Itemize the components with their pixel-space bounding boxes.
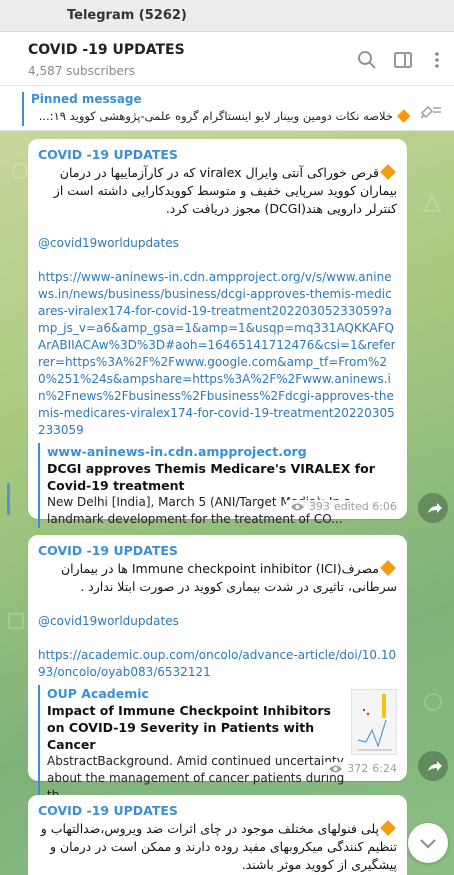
scroll-to-bottom-button[interactable] bbox=[408, 823, 448, 863]
views-icon bbox=[329, 765, 343, 772]
message-time: 6:24 bbox=[372, 762, 397, 775]
chart-thumbnail-icon bbox=[357, 694, 392, 751]
scroll-indicator[interactable] bbox=[7, 483, 10, 515]
message-text-body: قرص خوراکی آنتی وایرال viralex که در کار… bbox=[53, 165, 397, 216]
window-title: Telegram (5262) bbox=[67, 8, 187, 23]
message-bubble[interactable]: COVID -19 UPDATES پلی فنولهای مختلف موجو… bbox=[28, 795, 407, 875]
message-text: قرص خوراکی آنتی وایرال viralex که در کار… bbox=[38, 164, 397, 218]
share-arrow-icon bbox=[428, 761, 442, 771]
view-count: 372 bbox=[347, 762, 369, 775]
share-button[interactable] bbox=[418, 751, 448, 781]
wallpaper-doodle-icon bbox=[12, 163, 28, 179]
preview-site: OUP Academic bbox=[47, 686, 149, 701]
message-text-body: مصرف(Immune checkpoint inhibitor (ICI ها… bbox=[60, 561, 397, 594]
pinned-label: Pinned message bbox=[31, 92, 142, 106]
message-text: مصرف(Immune checkpoint inhibitor (ICI ها… bbox=[38, 560, 397, 596]
message-url[interactable]: https://academic.oup.com/oncolo/advance-… bbox=[38, 647, 397, 681]
orange-diamond-icon bbox=[380, 560, 396, 576]
message-url[interactable]: https://www-aninews-in.cdn.ampproject.or… bbox=[38, 269, 397, 439]
message-author[interactable]: COVID -19 UPDATES bbox=[38, 803, 397, 818]
orange-diamond-icon bbox=[380, 820, 396, 836]
search-icon[interactable] bbox=[356, 49, 378, 71]
share-button[interactable] bbox=[418, 493, 448, 523]
message-bubble[interactable]: COVID -19 UPDATES قرص خوراکی آنتی وایرال… bbox=[28, 139, 407, 528]
preview-site: www-aninews-in.cdn.ampproject.org bbox=[47, 444, 307, 459]
message-author[interactable]: COVID -19 UPDATES bbox=[38, 543, 397, 558]
preview-title: DCGI approves Themis Medicare's VIRALEX … bbox=[47, 461, 375, 493]
subscriber-count: 4,587 subscribers bbox=[28, 64, 135, 78]
wallpaper-doodle-icon bbox=[424, 693, 442, 711]
link-preview[interactable]: OUP Academic Impact of Immune Checkpoint… bbox=[38, 685, 397, 804]
wallpaper-doodle-icon bbox=[422, 192, 442, 212]
views-icon bbox=[290, 503, 304, 510]
window-titlebar: Telegram (5262) bbox=[0, 0, 454, 32]
sidebar-toggle-icon[interactable] bbox=[392, 49, 414, 71]
wallpaper-doodle-icon bbox=[8, 613, 24, 629]
mention-link[interactable]: @covid19worldupdates bbox=[38, 235, 397, 252]
message-bubble[interactable]: COVID -19 UPDATES مصرف(Immune checkpoint… bbox=[28, 535, 407, 804]
orange-diamond-icon bbox=[380, 164, 396, 180]
link-preview[interactable]: www-aninews-in.cdn.ampproject.org DCGI a… bbox=[38, 443, 397, 528]
preview-thumbnail[interactable] bbox=[351, 689, 397, 755]
message-meta: 372 6:24 bbox=[324, 762, 397, 775]
message-text-body: پلی فنولهای مختلف موجود در چای اثرات ضد … bbox=[40, 821, 397, 872]
message-time: edited 6:06 bbox=[333, 500, 397, 513]
chat-area[interactable]: COVID -19 UPDATES قرص خوراکی آنتی وایرال… bbox=[0, 131, 454, 875]
pinned-accent-bar bbox=[22, 92, 24, 126]
preview-title: Impact of Immune Checkpoint Inhibitors o… bbox=[47, 703, 331, 752]
pinned-message-bar[interactable]: Pinned message 🔶 خلاصه نکات دومین وبینار… bbox=[0, 86, 454, 131]
message-text: پلی فنولهای مختلف موجود در چای اثرات ضد … bbox=[38, 820, 397, 874]
mention-link[interactable]: @covid19worldupdates bbox=[38, 613, 397, 630]
unpin-list-icon[interactable] bbox=[418, 99, 442, 119]
message-author[interactable]: COVID -19 UPDATES bbox=[38, 147, 397, 162]
pinned-text[interactable]: 🔶 خلاصه نکات دومین وبینار لایو اینستاگرا… bbox=[31, 109, 411, 123]
share-arrow-icon bbox=[428, 503, 442, 513]
chevron-down-icon bbox=[420, 839, 436, 849]
view-count: 393 bbox=[308, 500, 330, 513]
channel-name[interactable]: COVID -19 UPDATES bbox=[28, 42, 185, 58]
message-meta: 393 edited 6:06 bbox=[285, 500, 397, 513]
chat-header[interactable]: COVID -19 UPDATES 4,587 subscribers bbox=[0, 32, 454, 86]
more-vert-icon[interactable] bbox=[426, 49, 448, 71]
